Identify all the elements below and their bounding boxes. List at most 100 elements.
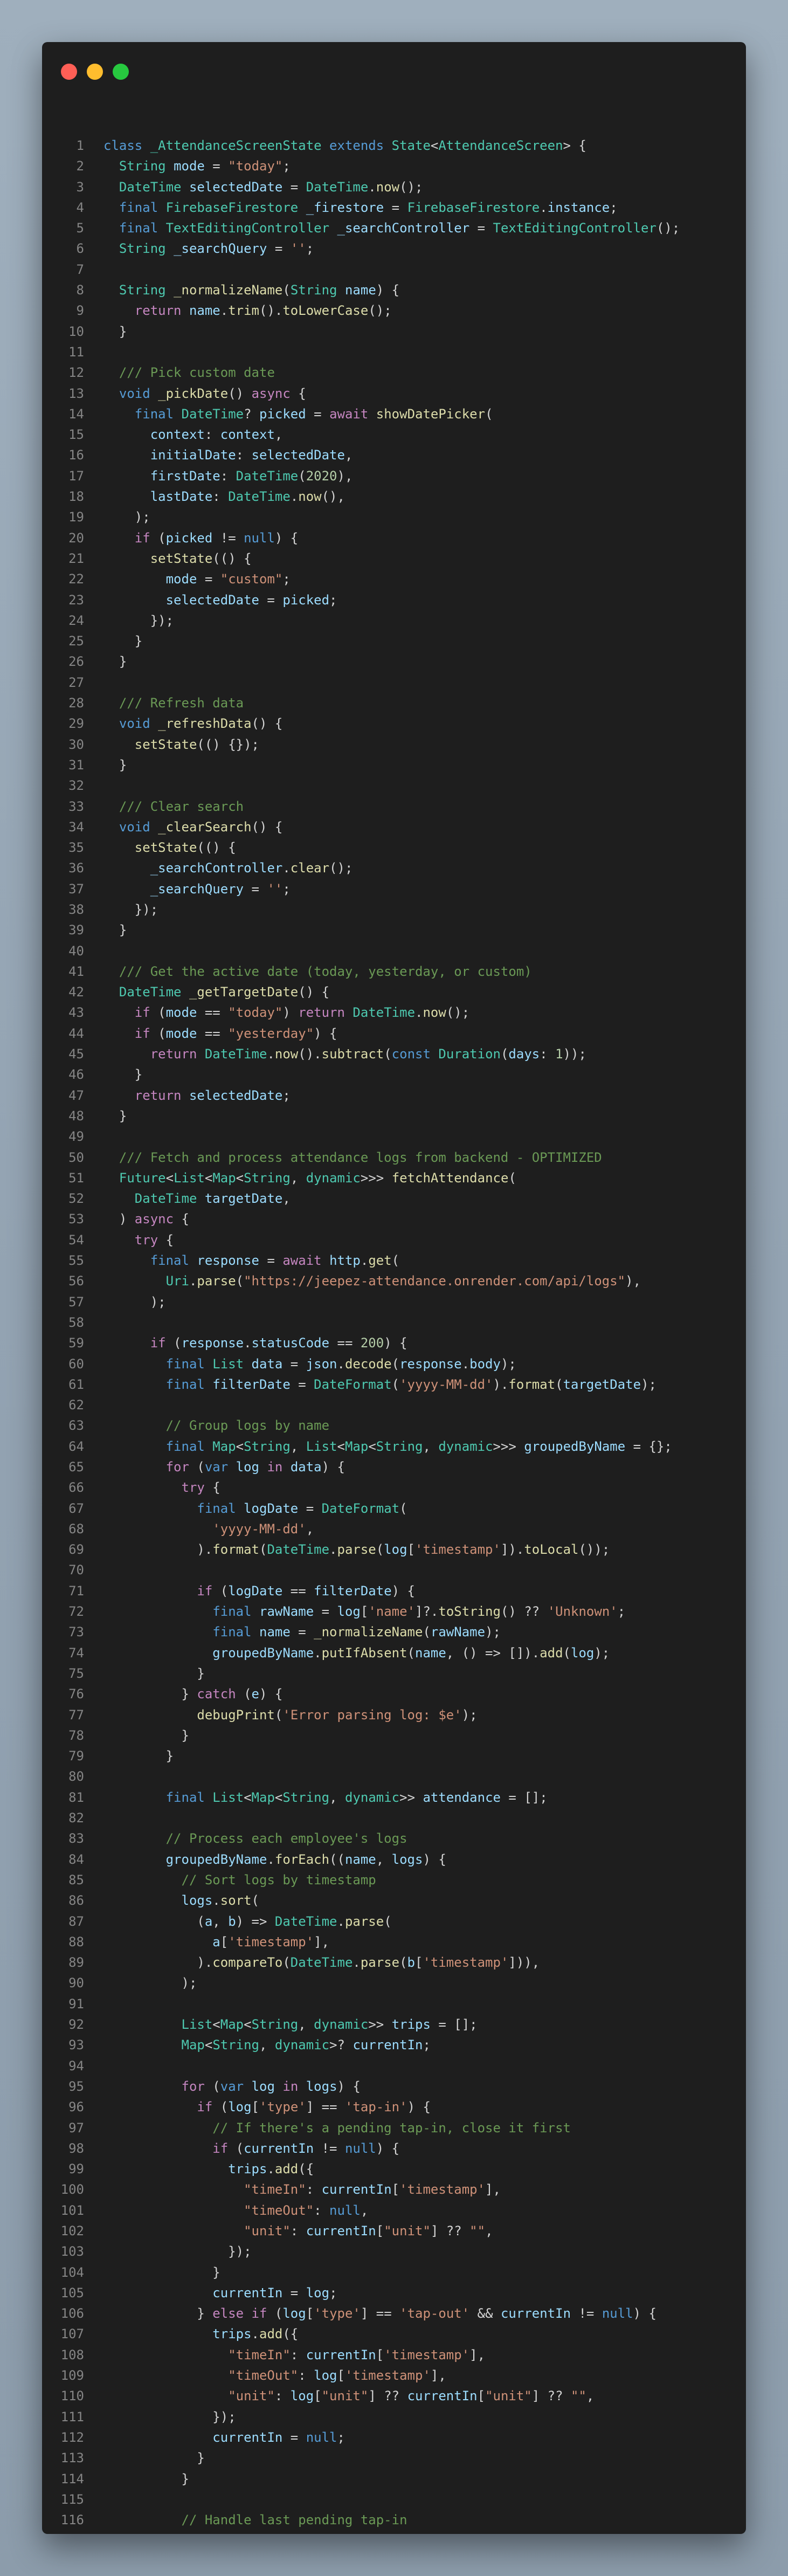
code-token: ( xyxy=(399,1955,407,1971)
code-token: < xyxy=(236,1170,244,1186)
code-token: = xyxy=(197,571,220,587)
line-number: 9 xyxy=(76,303,84,319)
code-token: decode xyxy=(344,1356,392,1372)
code-line: 33 /// Clear search xyxy=(42,796,746,817)
code-token: >>> xyxy=(360,1170,392,1186)
code-token: days xyxy=(508,1046,540,1062)
code-token: Map xyxy=(181,2037,205,2053)
code-token: . xyxy=(360,1253,369,1269)
line-number: 33 xyxy=(68,798,84,814)
code-token: DateTime xyxy=(267,1542,330,1558)
code-token: sort xyxy=(220,1893,252,1909)
code-line: 25 } xyxy=(42,631,746,651)
code-line: 16 initialDate: selectedDate, xyxy=(42,445,746,465)
line-number: 34 xyxy=(68,819,84,835)
code-token: ( xyxy=(103,1913,205,1929)
code-token: body xyxy=(469,1356,501,1372)
code-token: ( xyxy=(298,468,306,484)
code-token: String xyxy=(212,2037,260,2053)
line-number: 32 xyxy=(68,778,84,794)
line-number: 22 xyxy=(68,571,84,587)
code-line: 112 currentIn = null; xyxy=(42,2427,746,2448)
code-line: 21 setState(() { xyxy=(42,548,746,569)
code-token: { xyxy=(290,385,306,401)
line-number: 4 xyxy=(76,199,84,215)
code-token: Map xyxy=(212,1438,236,1454)
code-line: 101 "timeOut": null, xyxy=(42,2200,746,2221)
line-number: 39 xyxy=(68,922,84,938)
code-token: final xyxy=(212,1624,259,1640)
code-token: now xyxy=(423,1005,446,1021)
close-dot-icon[interactable] xyxy=(61,64,77,80)
code-token: lastDate xyxy=(150,489,213,505)
code-token: List xyxy=(212,1789,244,1805)
code-token: currentIn xyxy=(212,2533,282,2534)
line-number: 89 xyxy=(68,1955,84,1971)
code-token: "" xyxy=(469,2223,486,2238)
code-token: < xyxy=(236,1438,244,1454)
code-token: dynamic xyxy=(344,1789,400,1805)
code-token: Future xyxy=(119,1170,166,1186)
code-token: : xyxy=(290,2347,306,2363)
code-token: 'timestamp' xyxy=(384,2347,470,2363)
code-token: ] ?? xyxy=(531,2388,571,2404)
code-token: : xyxy=(290,2223,306,2238)
code-token: "unit" xyxy=(228,2388,275,2404)
code-line: 14 final DateTime? picked = await showDa… xyxy=(42,404,746,424)
code-token: ) xyxy=(282,1005,299,1021)
code-token: , xyxy=(485,2223,493,2238)
code-token: : xyxy=(220,468,236,484)
code-line: 88 a['timestamp'], xyxy=(42,1932,746,1952)
code-token: setState xyxy=(150,550,213,566)
code-token: < xyxy=(274,1789,283,1805)
code-token: b xyxy=(407,1955,415,1971)
minimize-dot-icon[interactable] xyxy=(87,64,103,80)
line-number: 76 xyxy=(68,1686,84,1702)
line-number: 36 xyxy=(68,860,84,876)
line-number: 100 xyxy=(60,2182,84,2198)
line-number: 18 xyxy=(68,489,84,505)
code-token: String xyxy=(244,1170,291,1186)
code-token: (() { xyxy=(212,550,252,566)
code-line: 51 Future<List<Map<String, dynamic>>> fe… xyxy=(42,1168,746,1188)
code-line: 103 }); xyxy=(42,2241,746,2262)
code-token: http xyxy=(329,1253,361,1269)
code-token: < xyxy=(368,1438,376,1454)
code-token: null xyxy=(344,2140,376,2156)
code-token: ) { xyxy=(376,2140,400,2156)
code-token: . xyxy=(329,1542,337,1558)
line-number: 62 xyxy=(68,1397,84,1413)
code-token: () { xyxy=(251,819,283,835)
code-line: 63 // Group logs by name xyxy=(42,1415,746,1436)
code-token: "yesterday" xyxy=(228,1025,314,1041)
code-token: extends xyxy=(321,138,392,153)
code-token: [ xyxy=(376,2223,384,2238)
code-line: 43 if (mode == "today") return DateTime.… xyxy=(42,1002,746,1023)
code-token: , xyxy=(376,1851,392,1867)
code-token: ( xyxy=(423,1624,431,1640)
line-number: 84 xyxy=(68,1851,84,1867)
line-number: 43 xyxy=(68,1005,84,1021)
code-line: 107 trips.add({ xyxy=(42,2324,746,2344)
maximize-dot-icon[interactable] xyxy=(113,64,129,80)
code-token: (( xyxy=(329,1851,345,1867)
code-token: null xyxy=(602,2306,633,2322)
line-number: 41 xyxy=(68,963,84,979)
code-token: = xyxy=(244,881,267,897)
code-token: 'timestamp' xyxy=(415,1542,501,1558)
code-token: != xyxy=(282,2533,314,2534)
code-token: currentIn xyxy=(244,2140,314,2156)
code-token: = xyxy=(298,1500,322,1516)
